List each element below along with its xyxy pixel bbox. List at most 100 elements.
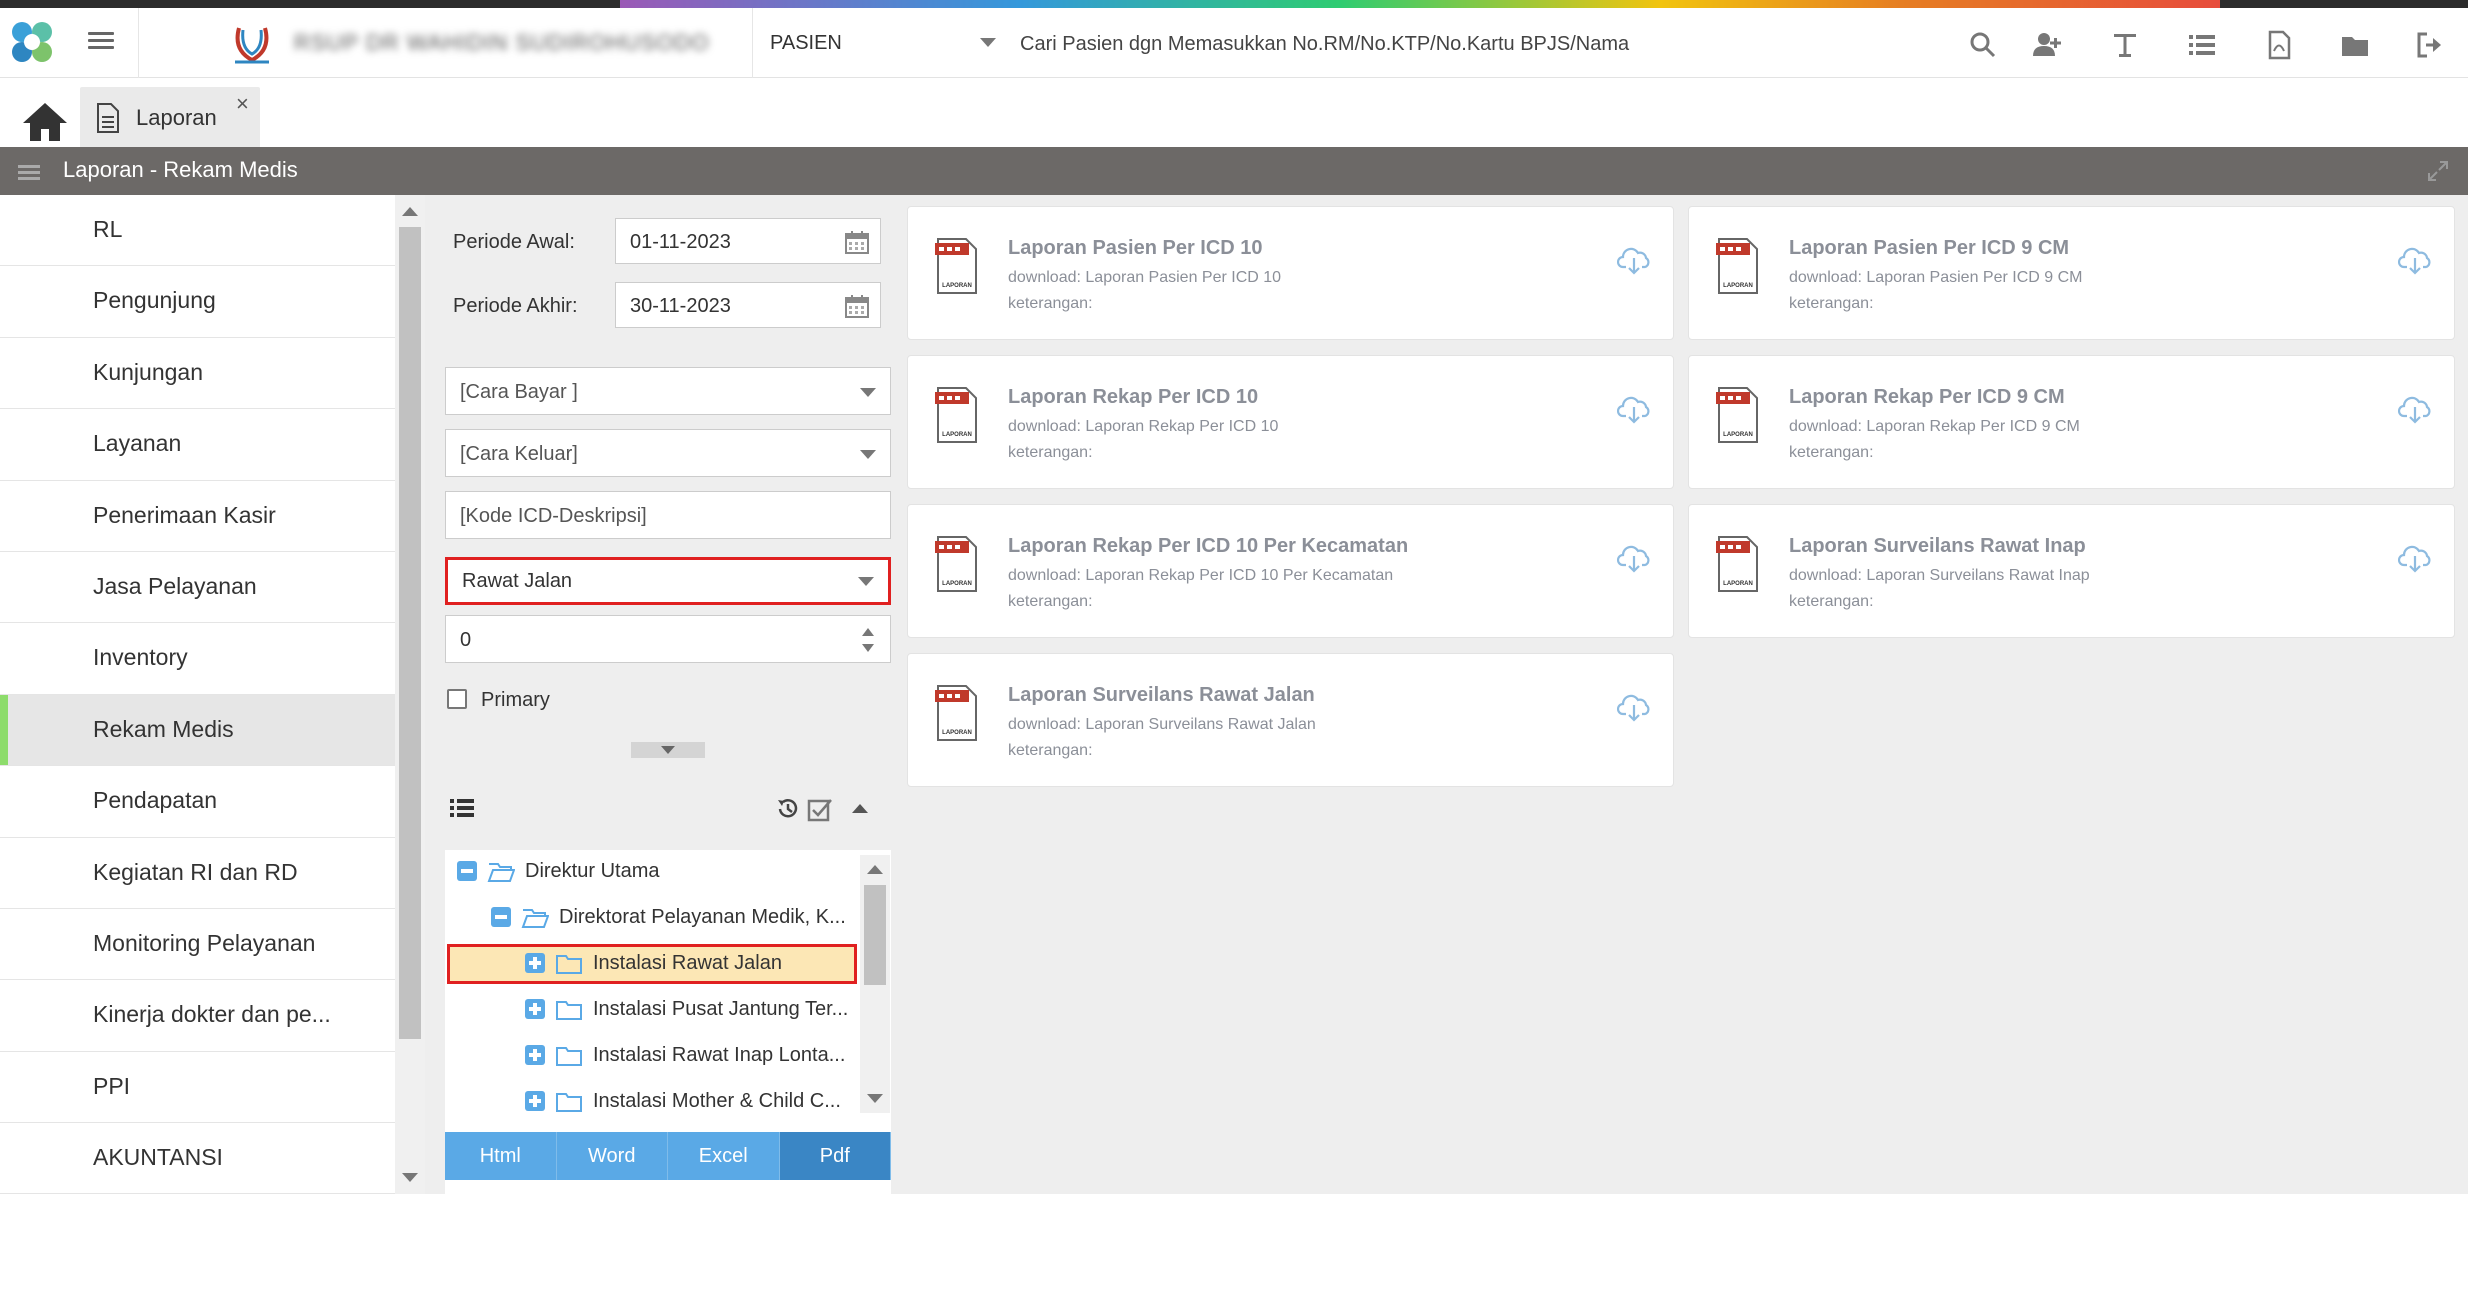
svg-text:LAPORAN: LAPORAN [942,730,972,736]
tree-node-selected[interactable]: Instalasi Rawat Jalan [447,944,857,984]
export-html-button[interactable]: Html [445,1132,557,1180]
chevron-down-icon[interactable] [858,577,874,586]
scroll-up-icon[interactable] [402,207,418,216]
logout-icon[interactable] [2415,30,2445,60]
report-title[interactable]: Laporan Rekap Per ICD 10 [1008,386,1258,409]
tab-laporan[interactable]: Laporan × [80,87,260,147]
sidebar-item-label: Monitoring Pelayanan [93,929,316,956]
history-icon[interactable] [775,796,801,822]
expand-icon[interactable] [525,953,545,973]
scroll-down-icon[interactable] [402,1173,418,1182]
report-card[interactable]: LAPORAN Laporan Rekap Per ICD 10 download:… [907,355,1674,489]
periode-akhir-input[interactable]: 30-11-2023 [615,282,881,328]
number-stepper[interactable]: 0 [445,615,891,663]
sidebar-item[interactable]: Inventory [0,623,395,695]
sidebar-item[interactable]: Kinerja dokter dan pe... [0,980,395,1052]
report-title[interactable]: Laporan Rekap Per ICD 9 CM [1789,386,2065,409]
text-icon[interactable] [2110,30,2140,60]
calendar-icon[interactable] [844,229,870,255]
jenis-layanan-select[interactable]: Rawat Jalan [445,557,891,605]
periode-awal-input[interactable]: 01-11-2023 [615,218,881,264]
kode-icd-input[interactable]: [Kode ICD-Deskripsi] [445,491,891,539]
collapse-icon[interactable] [457,861,477,881]
sidebar-item[interactable]: Rekam Medis [0,694,395,767]
report-card[interactable]: LAPORAN Laporan Rekap Per ICD 10 Per Keca… [907,504,1674,638]
list-icon[interactable] [2187,30,2217,60]
close-icon[interactable]: × [236,91,249,117]
folder-icon[interactable] [2340,30,2370,60]
collapse-toggle[interactable] [631,742,705,758]
report-card[interactable]: LAPORAN Laporan Surveilans Rawat Inap down… [1688,504,2455,638]
expand-icon[interactable] [525,1091,545,1111]
sidebar-item[interactable]: Penerimaan Kasir [0,481,395,552]
report-title[interactable]: Laporan Surveilans Rawat Inap [1789,535,2086,558]
report-title[interactable]: Laporan Rekap Per ICD 10 Per Kecamatan [1008,535,1408,558]
report-card[interactable]: LAPORAN Laporan Pasien Per ICD 9 CM downlo… [1688,206,2455,340]
home-icon[interactable] [20,99,70,145]
chevron-down-icon[interactable] [980,38,996,47]
primary-checkbox[interactable] [447,689,467,709]
cloud-download-icon[interactable] [2397,245,2432,275]
tree-node[interactable]: Instalasi Mother & Child C... [445,1082,865,1122]
sidebar-item[interactable]: Jasa Pelayanan [0,552,395,624]
sidebar-item[interactable]: AKUNTANSI [0,1123,395,1194]
cloud-download-icon[interactable] [1616,692,1651,722]
cloud-download-icon[interactable] [1616,543,1651,573]
search-icon[interactable] [1968,30,1998,60]
tree-node[interactable]: Direktorat Pelayanan Medik, K... [445,898,865,938]
check-all-icon[interactable] [807,796,833,822]
sidebar-item[interactable]: RL [0,195,395,267]
sidebar-item[interactable]: PPI [0,1052,395,1124]
list-icon[interactable] [449,796,475,820]
pdf-icon[interactable] [2264,30,2294,60]
report-card[interactable]: LAPORAN Laporan Surveilans Rawat Jalan dow… [907,653,1674,787]
tree-node[interactable]: Direktur Utama [445,852,865,892]
kode-icd-value: [Kode ICD-Deskripsi] [460,505,647,527]
export-excel-button[interactable]: Excel [668,1132,780,1180]
cara-bayar-select[interactable]: [Cara Bayar ] [445,367,891,415]
chevron-down-icon[interactable] [860,388,876,397]
cloud-download-icon[interactable] [1616,394,1651,424]
sidebar-item[interactable]: Layanan [0,409,395,481]
scroll-up-icon[interactable] [867,865,883,874]
tree-scrollbar[interactable] [860,855,890,1113]
tree-toolbar [445,778,891,838]
export-pdf-button[interactable]: Pdf [779,1132,891,1180]
collapse-icon[interactable] [491,907,511,927]
expand-icon[interactable] [525,1045,545,1065]
sidebar-item-label: Pengunjung [93,287,216,314]
sidebar-item[interactable]: Monitoring Pelayanan [0,909,395,981]
menu-toggle-icon[interactable] [88,28,114,54]
sidebar-item[interactable]: Pendapatan [0,766,395,838]
chevron-down-icon[interactable] [860,450,876,459]
stepper-arrows-icon[interactable] [860,624,876,656]
cloud-download-icon[interactable] [2397,543,2432,573]
panel-menu-icon[interactable] [18,162,40,182]
tree-node[interactable]: Instalasi Rawat Inap Lonta... [445,1036,865,1076]
app-logo-icon[interactable] [4,14,60,70]
expand-icon[interactable] [525,999,545,1019]
report-card[interactable]: LAPORAN Laporan Rekap Per ICD 9 CM downloa… [1688,355,2455,489]
export-word-button[interactable]: Word [556,1132,668,1180]
report-title[interactable]: Laporan Surveilans Rawat Jalan [1008,684,1315,707]
cara-keluar-select[interactable]: [Cara Keluar] [445,429,891,477]
cloud-download-icon[interactable] [1616,245,1651,275]
scroll-down-icon[interactable] [867,1094,883,1103]
calendar-icon[interactable] [844,293,870,319]
add-user-icon[interactable] [2032,30,2062,60]
report-title[interactable]: Laporan Pasien Per ICD 9 CM [1789,237,2069,260]
tree-node[interactable]: Instalasi Pusat Jantung Ter... [445,990,865,1030]
report-title[interactable]: Laporan Pasien Per ICD 10 [1008,237,1263,260]
patient-mode-select[interactable]: PASIEN [770,32,842,55]
patient-search-input[interactable] [1020,26,1920,62]
sidebar-item[interactable]: Pengunjung [0,266,395,338]
report-card[interactable]: LAPORAN Laporan Pasien Per ICD 10 download… [907,206,1674,340]
cloud-download-icon[interactable] [2397,394,2432,424]
expand-icon[interactable] [2426,159,2450,183]
chevron-up-icon[interactable] [851,802,869,814]
sidebar-scrollbar[interactable] [395,195,425,1194]
scrollbar-thumb[interactable] [399,227,421,1039]
sidebar-item[interactable]: Kegiatan RI dan RD [0,838,395,909]
scrollbar-thumb[interactable] [864,885,886,985]
sidebar-item[interactable]: Kunjungan [0,338,395,410]
